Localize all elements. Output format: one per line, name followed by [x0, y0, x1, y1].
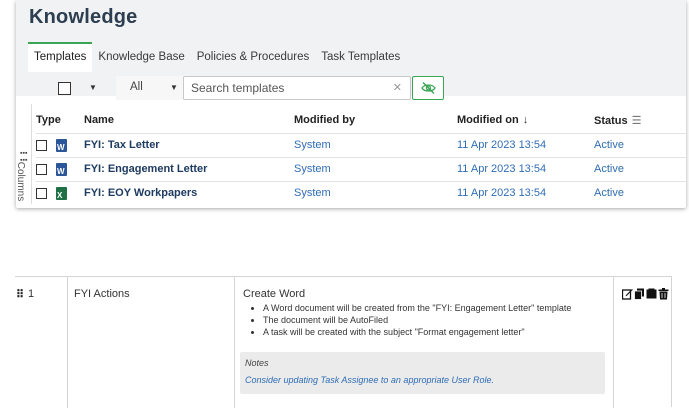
row-checkbox-cell [36, 132, 56, 157]
list-item: A Word document will be created from the… [263, 302, 613, 314]
select-menu-chevron-down-icon[interactable]: ▼ [89, 83, 97, 92]
row-modified-by: System [294, 156, 457, 181]
row-status: Active [594, 156, 686, 181]
row-modified-on: 11 Apr 2023 13:54 [457, 132, 594, 157]
status-filter-value: All [130, 81, 143, 93]
column-divider [67, 277, 68, 408]
tab-bar: Templates Knowledge Base Policies & Proc… [28, 42, 406, 72]
file-badge: W [57, 166, 65, 176]
column-header-status[interactable]: Status ☰ [594, 108, 686, 133]
row-type-cell: X [56, 180, 84, 205]
row-name[interactable]: FYI: EOY Workpapers [84, 180, 294, 205]
chevron-down-icon: ▼ [170, 83, 178, 92]
row-modified-on: 11 Apr 2023 13:54 [457, 180, 594, 205]
columns-label: Columns [16, 161, 27, 202]
notes-box: Notes Consider updating Task Assignee to… [240, 352, 605, 394]
search-box: ✕ [183, 76, 411, 100]
tab-templates[interactable]: Templates [28, 42, 93, 72]
word-document-icon: W [56, 162, 67, 176]
sort-descending-icon[interactable]: ↓ [523, 114, 529, 126]
column-header-modified-on-label: Modified on [457, 114, 519, 127]
row-status: Active [594, 180, 686, 205]
knowledge-panel: Knowledge Templates Knowledge Base Polic… [16, 0, 686, 208]
column-header-modified-on[interactable]: Modified on ↓ [457, 108, 594, 133]
duplicate-icon[interactable] [646, 287, 657, 299]
select-all-checkbox[interactable] [58, 82, 71, 95]
row-checkbox-cell [36, 180, 56, 205]
column-header-name-label: Name [84, 114, 114, 127]
column-header-modified-by-label: Modified by [294, 114, 356, 127]
column-header-modified-by[interactable]: Modified by [294, 108, 457, 133]
row-modified-on: 11 Apr 2023 13:54 [457, 156, 594, 181]
action-sequence: 1 [28, 288, 35, 300]
row-checkbox[interactable] [36, 163, 47, 175]
status-filter-select[interactable]: All ▼ [116, 76, 186, 100]
tab-knowledge-base[interactable]: Knowledge Base [92, 42, 190, 72]
table-row[interactable]: W FYI: Engagement Letter System 11 Apr 2… [36, 156, 686, 181]
page-title: Knowledge [29, 6, 138, 28]
close-icon[interactable]: ✕ [393, 81, 402, 94]
drag-handle-icon[interactable]: ⠿ [16, 288, 24, 301]
row-type-cell: W [56, 132, 84, 157]
row-modified-by: System [294, 132, 457, 157]
table-row[interactable]: X FYI: EOY Workpapers System 11 Apr 2023… [36, 180, 686, 205]
toggle-visibility-button[interactable] [412, 76, 444, 100]
column-header-status-label: Status [594, 114, 628, 127]
column-header-type[interactable]: Type [36, 108, 84, 133]
row-status: Active [594, 132, 686, 157]
eye-off-icon [421, 82, 436, 94]
tab-policies-procedures[interactable]: Policies & Procedures [191, 42, 316, 72]
row-name[interactable]: FYI: Tax Letter [84, 132, 294, 157]
table-header-row: Type Name Modified by Modified on ↓ Statu… [36, 108, 686, 133]
row-modified-by: System [294, 180, 457, 205]
action-bullet-list: A Word document will be created from the… [263, 302, 613, 338]
toolbar: ▼ All ▼ ✕ [16, 72, 686, 100]
search-input[interactable] [191, 80, 381, 96]
delete-icon[interactable] [658, 287, 669, 300]
columns-rail[interactable]: ▪▪▪ ▪▪▪ Columns [16, 104, 32, 204]
action-type: FYI Actions [74, 288, 130, 300]
column-divider [234, 277, 235, 408]
row-checkbox[interactable] [36, 187, 47, 199]
file-badge: X [57, 190, 63, 200]
row-checkbox[interactable] [36, 139, 47, 151]
column-header-name[interactable]: Name [84, 108, 294, 133]
excel-document-icon: X [56, 186, 67, 200]
action-row: ⠿ 1 FYI Actions Create Word A Word docum… [15, 276, 672, 408]
list-item: A task will be created with the subject … [263, 326, 613, 338]
row-type-cell: W [56, 156, 84, 181]
word-document-icon: W [56, 138, 67, 152]
row-name[interactable]: FYI: Engagement Letter [84, 156, 294, 181]
column-divider [613, 277, 614, 408]
notes-heading: Notes [245, 358, 269, 368]
copy-icon[interactable] [634, 287, 645, 300]
filter-icon[interactable]: ☰ [632, 115, 642, 127]
table-row[interactable]: W FYI: Tax Letter System 11 Apr 2023 13:… [36, 132, 686, 157]
column-header-type-label: Type [36, 114, 61, 127]
tab-task-templates[interactable]: Task Templates [315, 42, 406, 72]
row-action-icons [621, 287, 669, 300]
edit-icon[interactable] [621, 287, 633, 300]
notes-text: Consider updating Task Assignee to an ap… [245, 375, 494, 385]
templates-table: Type Name Modified by Modified on ↓ Statu… [36, 108, 686, 205]
file-badge: W [57, 142, 65, 152]
action-description: Create Word A Word document will be crea… [243, 288, 613, 338]
row-checkbox-cell [36, 156, 56, 181]
list-item: The document will be AutoFiled [263, 314, 613, 326]
action-title: Create Word [243, 288, 306, 300]
